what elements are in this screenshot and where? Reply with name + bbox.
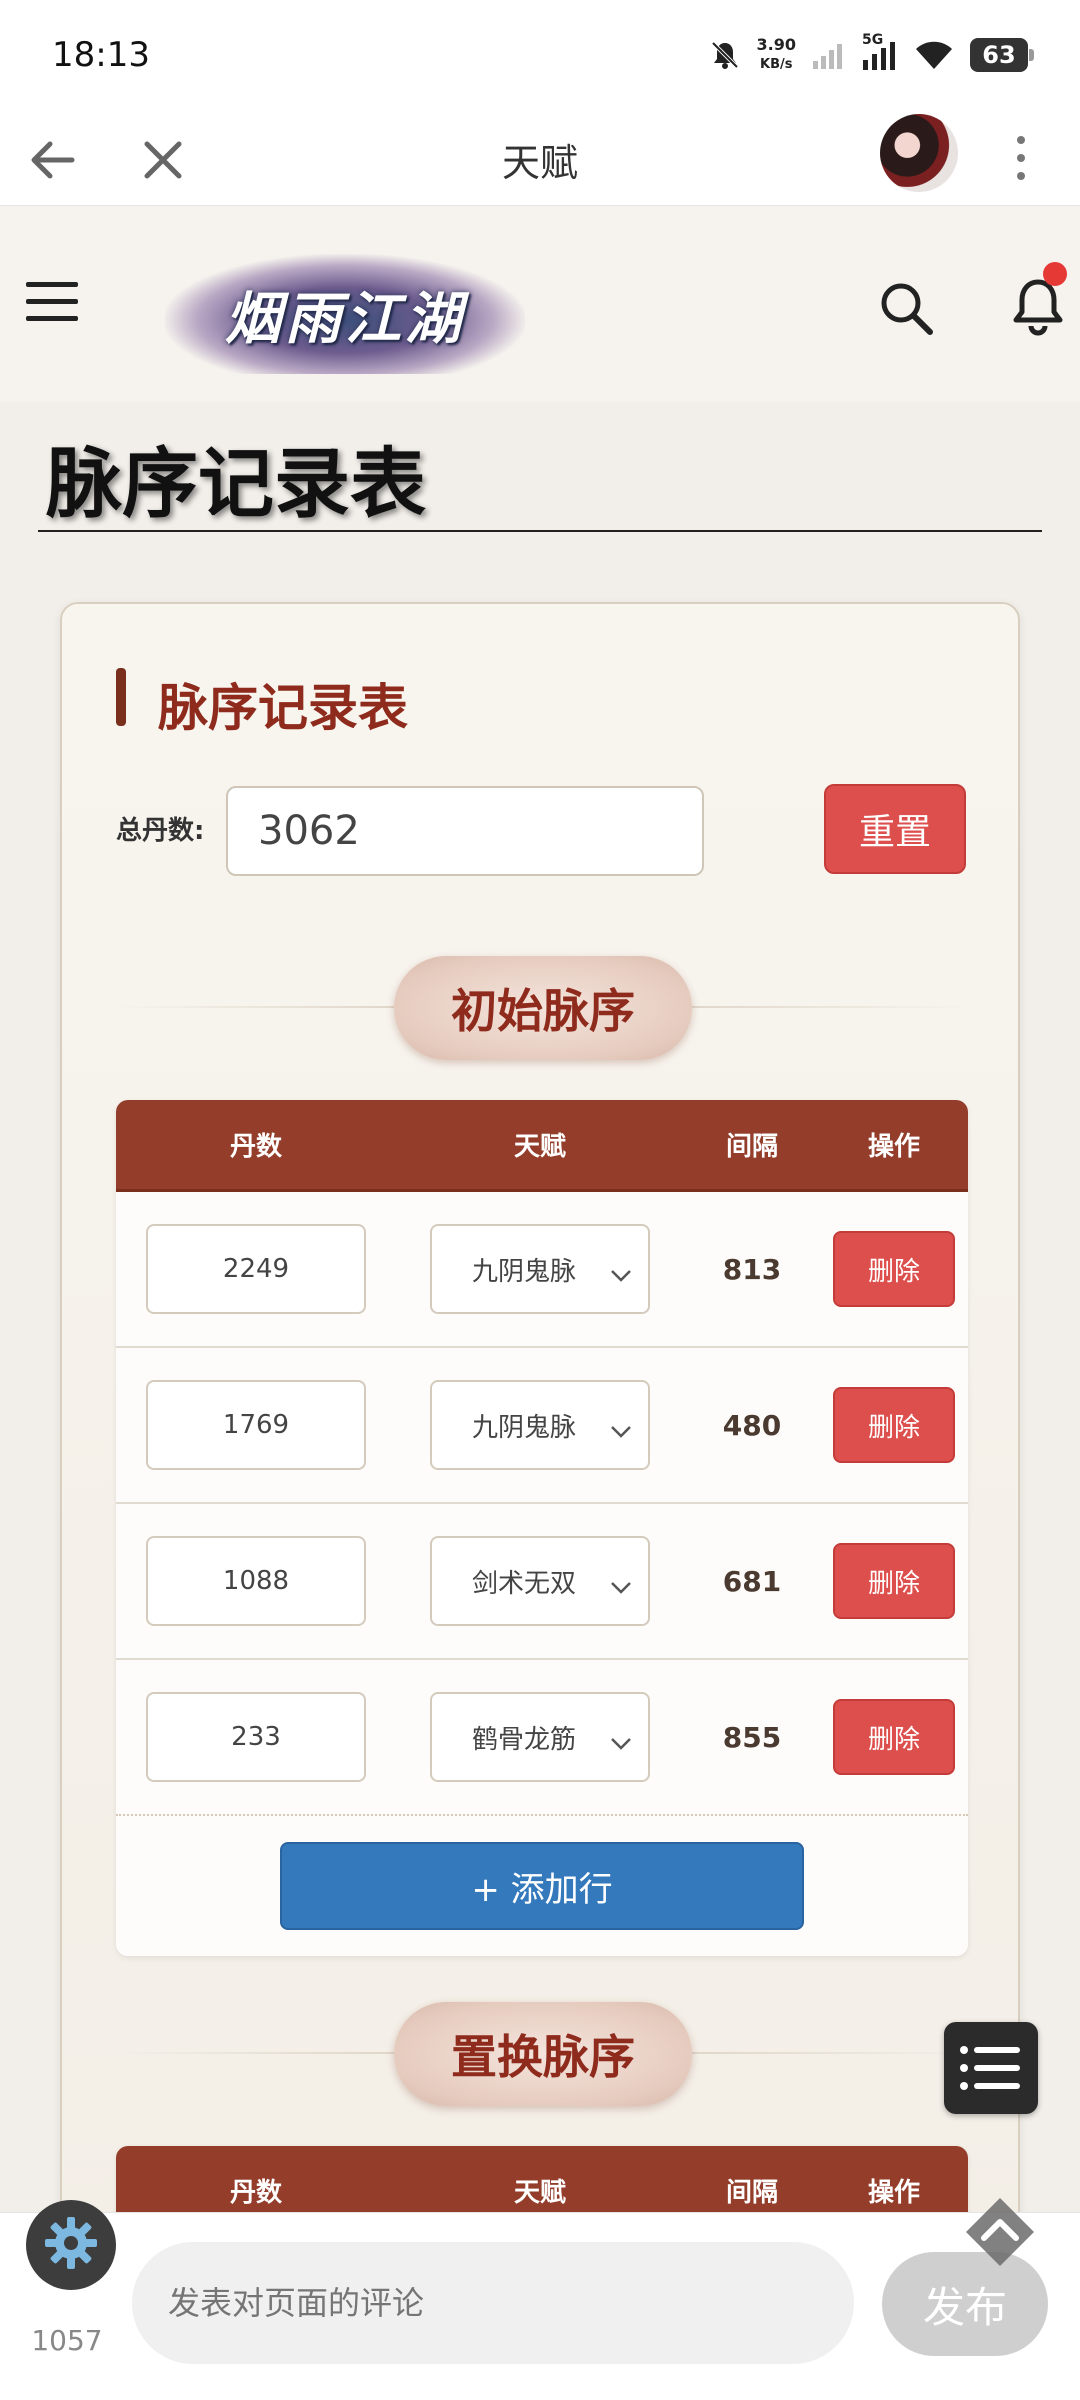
talent-select[interactable]: 九阴鬼脉 bbox=[430, 1224, 650, 1314]
header-talent: 天赋 bbox=[513, 1132, 566, 1162]
gap-value: 813 bbox=[722, 1252, 782, 1286]
wifi-icon bbox=[914, 39, 954, 71]
chevron-down-icon bbox=[610, 1728, 632, 1750]
notification-dot bbox=[1043, 262, 1067, 286]
delete-button[interactable]: 删除 bbox=[833, 1699, 955, 1775]
chevron-up-icon bbox=[960, 2198, 1040, 2276]
header-action: 操作 bbox=[867, 1132, 920, 1162]
add-row-button[interactable]: + 添加行 bbox=[280, 1842, 804, 1930]
talent-select[interactable]: 九阴鬼脉 bbox=[430, 1380, 650, 1470]
header-gap: 间隔 bbox=[725, 2178, 778, 2208]
initial-table: 丹数 天赋 间隔 操作 九阴鬼脉 813 删除 九阴鬼脉 480 删除 剑术无双 bbox=[116, 1100, 968, 1956]
header-talent: 天赋 bbox=[513, 2178, 566, 2208]
list-icon bbox=[944, 2046, 1038, 2118]
gap-value: 681 bbox=[722, 1564, 782, 1598]
net-speed-unit: KB/s bbox=[760, 57, 793, 72]
delete-button[interactable]: 删除 bbox=[833, 1231, 955, 1307]
site-logo[interactable]: 烟雨江湖 bbox=[165, 254, 525, 374]
gap-value: 480 bbox=[722, 1408, 782, 1442]
heading-accent-bar bbox=[116, 668, 126, 726]
header-dan: 丹数 bbox=[229, 1132, 282, 1162]
table-row: 剑术无双 681 删除 bbox=[116, 1504, 968, 1660]
status-bar: 18:13 3.90 KB/s 5G 63 bbox=[0, 0, 1080, 110]
table-row: 鹤骨龙筋 855 删除 bbox=[116, 1660, 968, 1816]
net-speed: 3.90 KB/s bbox=[757, 36, 796, 74]
reset-button[interactable]: 重置 bbox=[824, 784, 966, 874]
add-row-area: + 添加行 bbox=[116, 1816, 968, 1956]
table-row: 九阴鬼脉 813 删除 bbox=[116, 1192, 968, 1348]
comment-count: 1057 bbox=[31, 2324, 103, 2357]
total-dan-label: 总丹数: bbox=[116, 816, 205, 846]
chevron-down-icon bbox=[610, 1572, 632, 1594]
network-type: 5G bbox=[862, 32, 884, 48]
status-icons: 3.90 KB/s 5G 63 bbox=[709, 32, 1034, 74]
signal-5g-icon: 5G bbox=[862, 32, 898, 70]
hamburger-menu-icon[interactable] bbox=[24, 278, 80, 326]
talent-value: 剑术无双 bbox=[472, 1568, 577, 1599]
floating-list-button[interactable] bbox=[944, 2022, 1038, 2114]
talent-value: 鹤骨龙筋 bbox=[472, 1724, 577, 1755]
chevron-down-icon bbox=[610, 1416, 632, 1438]
battery-indicator: 63 bbox=[970, 38, 1034, 72]
nav-bar: 天赋 bbox=[0, 110, 1080, 206]
page-body: 脉序记录表 脉序记录表 总丹数: 重置 初始脉序 丹数 天赋 间隔 操作 九阴鬼… bbox=[0, 402, 1080, 2302]
scroll-top-button[interactable] bbox=[960, 2192, 1040, 2272]
title-divider bbox=[38, 530, 1042, 532]
dan-input[interactable] bbox=[146, 1380, 366, 1470]
header-action: 操作 bbox=[867, 2178, 920, 2208]
talent-value: 九阴鬼脉 bbox=[472, 1412, 577, 1443]
site-header: 烟雨江湖 bbox=[0, 206, 1080, 402]
table-header: 丹数 天赋 间隔 操作 bbox=[116, 1100, 968, 1192]
talent-select[interactable]: 鹤骨龙筋 bbox=[430, 1692, 650, 1782]
page-title: 脉序记录表 bbox=[46, 439, 426, 528]
settings-button[interactable] bbox=[26, 2200, 116, 2290]
search-icon[interactable] bbox=[876, 278, 936, 338]
avatar[interactable] bbox=[880, 114, 958, 192]
record-card: 脉序记录表 总丹数: 重置 初始脉序 丹数 天赋 间隔 操作 九阴鬼脉 813 … bbox=[60, 602, 1020, 2302]
replace-section-badge: 置换脉序 bbox=[394, 2002, 692, 2106]
more-vertical-icon[interactable] bbox=[1006, 130, 1036, 186]
status-time: 18:13 bbox=[52, 35, 150, 75]
header-gap: 间隔 bbox=[725, 1132, 778, 1162]
gap-value: 855 bbox=[722, 1720, 782, 1754]
chevron-down-icon bbox=[610, 1260, 632, 1282]
card-heading: 脉序记录表 bbox=[158, 679, 408, 737]
dan-input[interactable] bbox=[146, 1692, 366, 1782]
talent-value: 九阴鬼脉 bbox=[472, 1256, 577, 1287]
total-dan-input[interactable] bbox=[226, 786, 704, 876]
mute-bell-icon bbox=[709, 39, 741, 71]
gear-icon bbox=[41, 2213, 101, 2277]
dan-input[interactable] bbox=[146, 1536, 366, 1626]
talent-select[interactable]: 剑术无双 bbox=[430, 1536, 650, 1626]
header-dan: 丹数 bbox=[229, 2178, 282, 2208]
delete-button[interactable]: 删除 bbox=[833, 1387, 955, 1463]
table-row: 九阴鬼脉 480 删除 bbox=[116, 1348, 968, 1504]
delete-button[interactable]: 删除 bbox=[833, 1543, 955, 1619]
comment-input[interactable] bbox=[132, 2242, 854, 2364]
dan-input[interactable] bbox=[146, 1224, 366, 1314]
initial-section-badge: 初始脉序 bbox=[394, 956, 692, 1060]
signal-weak-icon bbox=[812, 41, 846, 69]
net-speed-value: 3.90 bbox=[756, 35, 796, 54]
